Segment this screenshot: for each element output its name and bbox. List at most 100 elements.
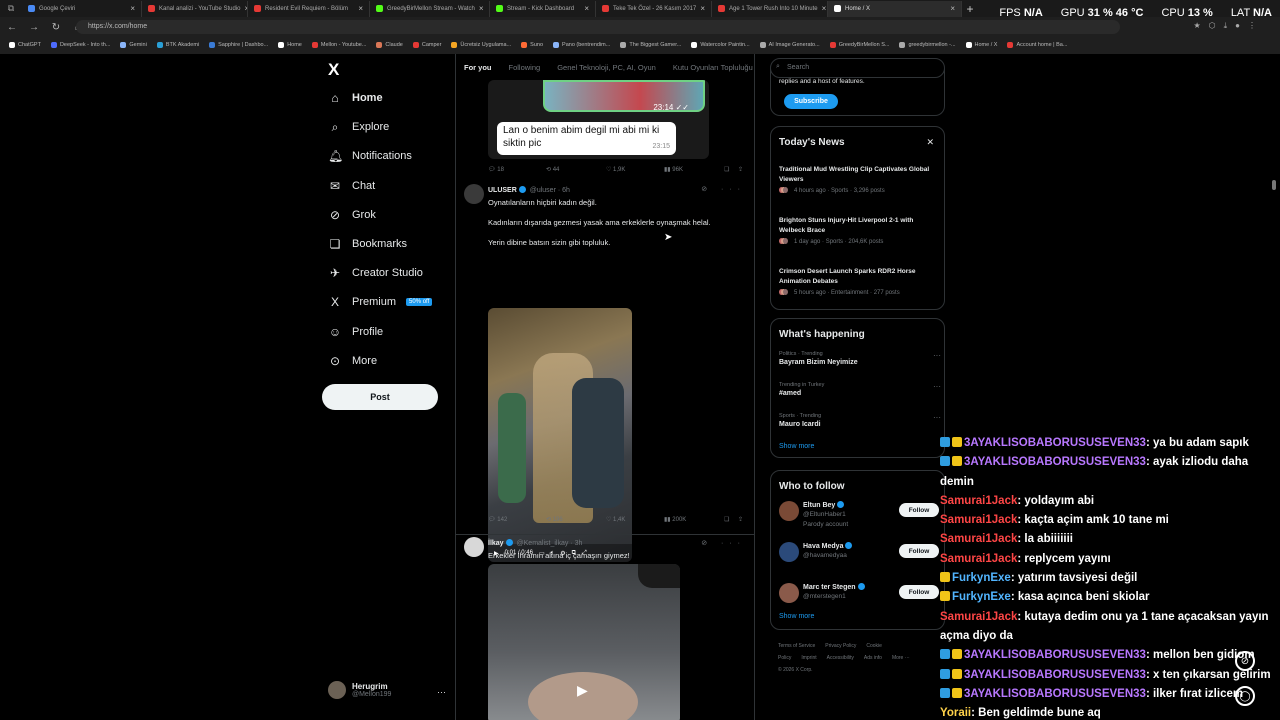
share-button[interactable]: ⇪ bbox=[738, 516, 743, 523]
chat-username[interactable]: Samurai1Jack bbox=[940, 514, 1017, 526]
new-tab-icon[interactable]: + bbox=[962, 0, 978, 17]
footer-link[interactable]: Imprint bbox=[801, 655, 816, 661]
more-icon[interactable]: ··· bbox=[933, 413, 941, 422]
browser-tab[interactable]: Google Çeviri × bbox=[22, 0, 142, 17]
bookmark-item[interactable]: BTK Akademi bbox=[152, 42, 204, 48]
bookmark-star-icon[interactable]: ★ bbox=[1193, 21, 1200, 31]
browser-tab[interactable]: Resident Evil Requiem - Bölüm × bbox=[248, 0, 370, 17]
reply-button[interactable]: 💬︎ 142 bbox=[488, 516, 507, 523]
profile-icon[interactable]: ● bbox=[1235, 21, 1240, 31]
post-button[interactable]: Post bbox=[322, 384, 438, 410]
bookmark-item[interactable]: Gemini bbox=[115, 42, 151, 48]
show-more-link[interactable]: Show more bbox=[779, 443, 814, 450]
x-logo-icon[interactable]: X bbox=[328, 60, 339, 80]
browser-tab[interactable]: GreedyBirMellon Stream - Watch × bbox=[370, 0, 490, 17]
share-button[interactable]: ⇪ bbox=[738, 166, 743, 173]
tab-following[interactable]: Following bbox=[509, 63, 541, 72]
bookmark-item[interactable]: greedybirmellon -... bbox=[894, 42, 960, 48]
footer-link[interactable]: Ads info bbox=[864, 655, 882, 661]
like-button[interactable]: ♡ 1,4K bbox=[606, 516, 625, 523]
url-input[interactable]: https://x.com/home bbox=[76, 20, 1120, 34]
footer-link[interactable]: Terms of Service bbox=[778, 643, 815, 649]
close-icon[interactable]: × bbox=[822, 4, 827, 13]
follow-suggestion[interactable]: Eltun Bey @EltunHaber1 Parody account Follo… bbox=[779, 501, 939, 537]
close-icon[interactable]: × bbox=[700, 4, 705, 13]
chat-settings-icon[interactable]: ⊘ bbox=[1235, 651, 1255, 671]
chat-username[interactable]: 3AYAKLISOBABORUSUSEVEN33 bbox=[964, 649, 1146, 661]
browser-tab[interactable]: Home / X × bbox=[828, 0, 962, 17]
views-button[interactable]: ▮▮ 96K bbox=[664, 166, 683, 173]
forward-icon[interactable]: → bbox=[28, 22, 40, 33]
bookmark-item[interactable]: Camper bbox=[408, 42, 447, 48]
back-icon[interactable]: ← bbox=[6, 22, 18, 33]
nav-item-more[interactable]: ⊙ More bbox=[328, 350, 377, 372]
bookmark-item[interactable]: Claude bbox=[371, 42, 407, 48]
account-more-icon[interactable]: ··· bbox=[437, 687, 446, 697]
more-icon[interactable]: ··· bbox=[933, 351, 941, 360]
bookmark-item[interactable]: GreedyBirMellon S... bbox=[825, 42, 895, 48]
chat-username[interactable]: Samurai1Jack bbox=[940, 495, 1017, 507]
bookmark-button[interactable]: ❏ bbox=[724, 166, 729, 173]
tweet-handle[interactable]: @uluser · 6h bbox=[530, 187, 570, 194]
follow-button[interactable]: Follow bbox=[899, 544, 939, 558]
browser-tab[interactable]: Stream - Kick Dashboard × bbox=[490, 0, 596, 17]
chat-username[interactable]: FurkynExe bbox=[952, 572, 1011, 584]
chat-username[interactable]: Samurai1Jack bbox=[940, 611, 1017, 623]
browser-tab[interactable]: Age 1 Tower Rush Into 10 Minute × bbox=[712, 0, 828, 17]
bookmark-item[interactable]: AI Image Generato... bbox=[755, 42, 825, 48]
close-icon[interactable]: × bbox=[950, 4, 955, 13]
tab-community-2[interactable]: Genel Teknoloji, PC, AI, Oyun bbox=[557, 63, 656, 72]
nav-item-premium[interactable]: X Premium 50% off bbox=[328, 291, 433, 313]
close-icon[interactable]: × bbox=[130, 4, 135, 13]
bookmark-button[interactable]: ❏ bbox=[724, 516, 729, 523]
views-button[interactable]: ▮▮ 200K bbox=[664, 516, 686, 523]
tab-for-you[interactable]: For you bbox=[464, 63, 492, 72]
bookmark-item[interactable]: Sapphire | Dashbo... bbox=[204, 42, 273, 48]
browser-tab[interactable]: Kanal analizi - YouTube Studio× bbox=[142, 0, 248, 17]
chat-username[interactable]: 3AYAKLISOBABORUSUSEVEN33 bbox=[964, 456, 1146, 468]
avatar[interactable] bbox=[779, 501, 799, 521]
bookmark-item[interactable]: Mellon - Youtube... bbox=[307, 42, 372, 48]
repost-button[interactable]: ⟲ 196 bbox=[546, 516, 563, 523]
nav-item-grok[interactable]: ⊘ Grok bbox=[328, 204, 376, 226]
bookmark-item[interactable]: Pano (bentrendim... bbox=[548, 42, 615, 48]
nav-item-profile[interactable]: ☺ Profile bbox=[328, 321, 383, 343]
tweet-author-name[interactable]: İlkay bbox=[488, 540, 504, 547]
chat-username[interactable]: 3AYAKLISOBABORUSUSEVEN33 bbox=[964, 688, 1146, 700]
avatar[interactable] bbox=[779, 542, 799, 562]
bookmark-item[interactable]: Account home | Ba... bbox=[1002, 42, 1072, 48]
chat-username[interactable]: Samurai1Jack bbox=[940, 533, 1017, 545]
more-icon[interactable]: ··· bbox=[933, 382, 941, 391]
nav-item-bookmarks[interactable]: ❏ Bookmarks bbox=[328, 233, 407, 255]
bookmark-item[interactable]: Suno bbox=[516, 42, 548, 48]
trend-item[interactable]: Trending in Turkey #amed ··· bbox=[779, 382, 941, 397]
tweet-author-name[interactable]: ULUSER bbox=[488, 187, 517, 194]
extensions-icon[interactable]: ⬡ bbox=[1209, 21, 1216, 31]
show-more-link[interactable]: Show more bbox=[779, 613, 814, 620]
nav-item-explore[interactable]: ⌕ Explore bbox=[328, 116, 390, 138]
account-switcher[interactable]: Herugrim @Mellon199 bbox=[328, 681, 391, 699]
tweet-handle[interactable]: @Kemalist_ilkay · 3h bbox=[517, 540, 583, 547]
search-input[interactable]: Search bbox=[770, 58, 945, 78]
chat-username[interactable]: Samurai1Jack bbox=[940, 553, 1017, 565]
chat-username[interactable]: 3AYAKLISOBABORUSUSEVEN33 bbox=[964, 669, 1146, 681]
bookmark-item[interactable]: Home bbox=[273, 42, 307, 48]
nav-item-chat[interactable]: ✉ Chat bbox=[328, 175, 375, 197]
trend-item[interactable]: Sports · Trending Mauro Icardi ··· bbox=[779, 413, 941, 428]
trend-item[interactable]: Politics · Trending Bayram Bizim Neyimize… bbox=[779, 351, 941, 366]
close-icon[interactable]: × bbox=[358, 4, 363, 13]
chat-username[interactable]: FurkynExe bbox=[952, 591, 1011, 603]
nav-item-home[interactable]: ⌂ Home bbox=[328, 87, 382, 109]
reply-button[interactable]: 💬︎ 18 bbox=[488, 166, 504, 173]
tweet-image[interactable]: 23:14 ✓✓ Lan o benim abim degil mi abi m… bbox=[488, 80, 709, 159]
close-icon[interactable]: × bbox=[479, 4, 484, 13]
subscribe-button[interactable]: Subscribe bbox=[784, 94, 838, 109]
news-item[interactable]: Crimson Desert Launch Sparks RDR2 Horse … bbox=[779, 267, 939, 297]
scroll-thumb[interactable] bbox=[1272, 180, 1276, 190]
bookmark-item[interactable]: Home / X bbox=[961, 42, 1003, 48]
news-item[interactable]: Brighton Stuns Injury-Hit Liverpool 2-1 … bbox=[779, 216, 939, 246]
avatar[interactable] bbox=[779, 583, 799, 603]
follow-suggestion[interactable]: Hava Medya @havamedyaa Follow bbox=[779, 542, 939, 578]
bookmark-item[interactable]: ChatGPT bbox=[4, 42, 46, 48]
video-player[interactable]: ▶ bbox=[488, 564, 680, 720]
